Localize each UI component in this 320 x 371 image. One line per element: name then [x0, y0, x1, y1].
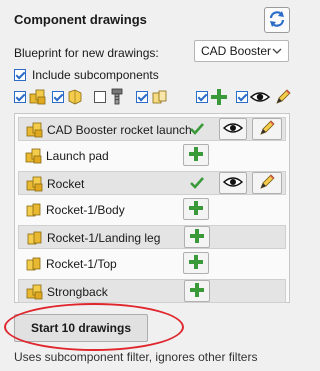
- add-icon: [189, 146, 203, 164]
- create-drawing-button[interactable]: [184, 226, 210, 248]
- assembly-icon: [25, 283, 45, 304]
- refresh-button[interactable]: [264, 7, 290, 33]
- add-icon: [189, 200, 203, 218]
- filter-hint: Uses subcomponent filter, ignores other …: [14, 350, 258, 364]
- component-name: Rocket-1/Landing leg: [47, 231, 161, 245]
- component-name: Rocket-1/Body: [46, 203, 125, 217]
- panel-title: Component drawings: [14, 12, 147, 27]
- pencil-icon: [258, 173, 276, 194]
- open-drawing-button[interactable]: [219, 118, 247, 140]
- refresh-icon: [268, 10, 286, 31]
- create-drawing-button[interactable]: [183, 144, 209, 166]
- filter-toolbar: [14, 88, 294, 106]
- filter-virtual-checkbox[interactable]: [136, 91, 148, 103]
- include-subcomponents-checkbox[interactable]: [14, 69, 26, 81]
- blueprint-label: Blueprint for new drawings:: [14, 46, 159, 60]
- edit-drawing-button[interactable]: [252, 172, 282, 194]
- blueprint-select[interactable]: CAD Booster: [194, 40, 289, 62]
- add-icon: [190, 282, 204, 300]
- include-subcomponents-label: Include subcomponents: [32, 68, 159, 82]
- create-drawing-button[interactable]: [184, 280, 210, 302]
- list-item[interactable]: Launch pad: [18, 144, 286, 168]
- component-name: Rocket: [47, 177, 85, 191]
- component-name: CAD Booster rocket launch: [47, 123, 192, 137]
- filter-toolbox-checkbox[interactable]: [94, 91, 106, 103]
- list-item[interactable]: Strongback: [18, 279, 286, 303]
- list-item[interactable]: CAD Booster rocket launch: [18, 117, 286, 141]
- edit-drawing-button[interactable]: [252, 118, 282, 140]
- create-drawing-button[interactable]: [183, 252, 209, 274]
- assembly-icon: [28, 88, 48, 109]
- pencil-icon: [274, 88, 292, 109]
- open-drawing-button[interactable]: [219, 172, 247, 194]
- filter-add-checkbox[interactable]: [196, 91, 208, 103]
- component-name: Rocket-1/Top: [46, 257, 117, 271]
- pencil-icon: [258, 119, 276, 140]
- chevron-down-icon: [272, 45, 282, 59]
- assembly-icon: [25, 121, 45, 142]
- add-icon: [189, 254, 203, 272]
- create-drawing-button[interactable]: [183, 198, 209, 220]
- blueprint-selected-value: CAD Booster: [201, 44, 272, 58]
- highlight-annotation: [4, 303, 184, 351]
- part-icon: [24, 201, 44, 222]
- add-icon: [210, 88, 228, 109]
- eye-icon: [249, 89, 271, 108]
- component-name: Strongback: [47, 285, 108, 299]
- filter-part-checkbox[interactable]: [52, 91, 64, 103]
- list-item[interactable]: Rocket-1/Top: [18, 252, 286, 276]
- virtual-part-icon: [150, 88, 170, 109]
- toolbox-screw-icon: [110, 88, 124, 109]
- list-item[interactable]: Rocket: [18, 171, 286, 195]
- part-icon: [66, 88, 84, 109]
- list-item[interactable]: Rocket-1/Landing leg: [18, 225, 286, 249]
- filter-eye-checkbox[interactable]: [236, 91, 248, 103]
- assembly-icon: [25, 175, 45, 196]
- component-list: CAD Booster rocket launch Launch pad Rocke…: [14, 113, 290, 303]
- checkmark-icon: [189, 122, 205, 139]
- assembly-icon: [24, 147, 44, 168]
- part-icon: [25, 229, 45, 250]
- eye-icon: [222, 121, 244, 138]
- filter-assembly-checkbox[interactable]: [14, 91, 26, 103]
- add-icon: [190, 228, 204, 246]
- list-item[interactable]: Rocket-1/Body: [18, 198, 286, 222]
- component-name: Launch pad: [46, 149, 109, 163]
- eye-icon: [222, 175, 244, 192]
- checkmark-icon: [189, 176, 205, 193]
- part-icon: [24, 255, 44, 276]
